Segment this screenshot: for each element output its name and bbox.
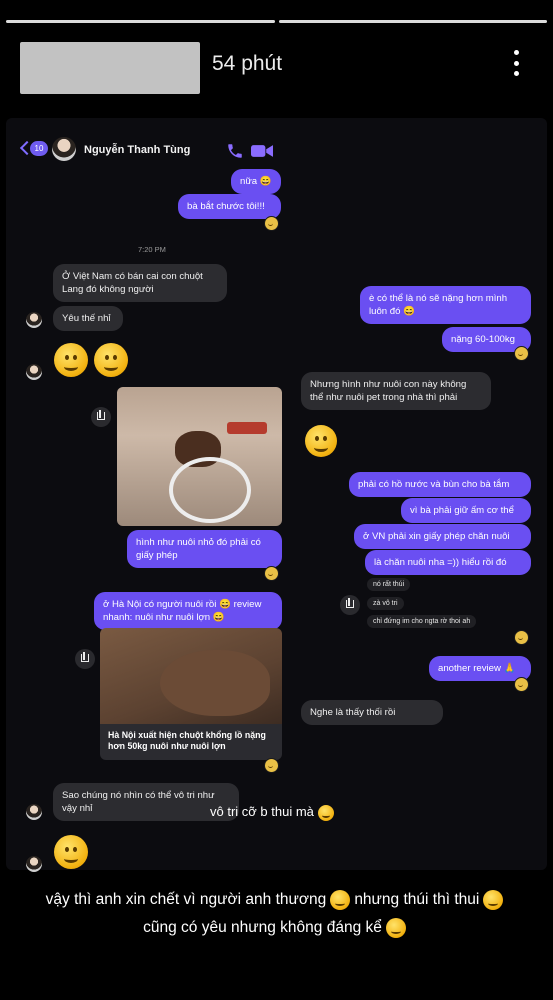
back-button[interactable]: 10 <box>19 140 48 160</box>
message-bubble-sent: phải có hồ nước và bùn cho bà tắm <box>349 472 531 497</box>
caption-text: cũng có yêu nhưng không đáng kể <box>143 919 382 937</box>
share-icon[interactable] <box>91 407 111 427</box>
redacted-username <box>20 42 200 94</box>
story-time: 54 phút <box>212 52 283 75</box>
phone-icon[interactable] <box>226 142 244 160</box>
reaction-emoji-icon <box>514 677 529 692</box>
capybara-photo <box>160 650 270 716</box>
message-bubble-sent: hình như nuôi nhỏ đó phải có giấy phép <box>127 530 282 568</box>
reply-bubble: chỉ đứng im cho ngta rờ thoi ah <box>367 615 477 628</box>
sender-avatar <box>26 856 42 872</box>
message-bubble-received: Yêu thế nhỉ <box>53 306 123 331</box>
story-caption-line2: cũng có yêu nhưng không đáng kể <box>0 918 553 938</box>
video-call-icon[interactable] <box>251 144 273 158</box>
story-caption-vo-tri: vô tri cỡ b thui mà <box>210 804 338 821</box>
shushing-emoji-icon <box>483 890 504 910</box>
message-bubble-sent: là chăn nuôi nha =)) hiểu rồi đó <box>365 550 531 575</box>
message-bubble-sent: bà bắt chước tôi!!! <box>178 194 281 219</box>
unread-badge: 10 <box>30 141 48 156</box>
sender-avatar <box>26 804 42 820</box>
share-icon[interactable] <box>75 649 95 669</box>
sender-avatar <box>26 364 42 380</box>
share-icon[interactable] <box>340 595 360 615</box>
crying-emoji-icon <box>305 425 337 457</box>
more-options-icon[interactable] <box>508 50 524 76</box>
story-progress-bar-2 <box>279 20 547 23</box>
message-bubble-received: Nhưng hình như nuôi con này không thể nh… <box>301 372 491 410</box>
caption-text: vô tri cỡ b thui mà <box>210 804 314 819</box>
link-card-title: Hà Nội xuất hiện chuột khổng lồ nặng hơn… <box>108 730 266 751</box>
news-image[interactable] <box>100 628 282 724</box>
shared-photo[interactable] <box>117 387 282 526</box>
reaction-emoji-icon <box>264 758 279 773</box>
message-bubble-sent: ở Hà Nội có người nuôi rồi 😄 review nhan… <box>94 592 282 630</box>
reply-bubble: nó rất thúi <box>367 578 411 591</box>
message-bubble-sent: vì bà phải giữ ấm cơ thể <box>401 498 531 523</box>
message-bubble-sent: another review 🙏 <box>429 656 531 681</box>
reaction-emoji-icon <box>514 630 529 645</box>
flushed-emoji-icon <box>317 804 334 821</box>
message-bubble-sent: nữa 😄 <box>231 169 281 194</box>
story-caption-line1: vậy thì anh xin chết vì người anh thương… <box>0 890 553 910</box>
reaction-emoji-icon <box>264 216 279 231</box>
caption-text: vậy thì anh xin chết vì người anh thương <box>45 891 327 909</box>
smile-emoji-icon <box>54 343 88 377</box>
laughing-tears-emoji-icon <box>94 343 128 377</box>
caption-text: nhưng thúi thì thui <box>354 891 480 909</box>
message-bubble-sent: è có thể là nó sẽ nặng hơn mình luôn đó … <box>360 286 531 324</box>
sender-avatar <box>26 312 42 328</box>
contact-avatar <box>52 137 76 161</box>
message-bubble-received: Ở Việt Nam có bán cai con chuột Lang đó … <box>53 264 227 302</box>
link-card[interactable]: Hà Nội xuất hiện chuột khổng lồ nặng hơn… <box>100 724 282 760</box>
reply-bubble: zà vô tri <box>367 597 404 610</box>
cable-coil <box>169 457 251 523</box>
background-object <box>227 422 267 434</box>
message-bubble-received: Nghe là thấy thối rồi <box>301 700 443 725</box>
reaction-emoji-icon <box>264 566 279 581</box>
smiling-hearts-emoji-icon <box>330 890 351 910</box>
smile-emoji-icon <box>385 918 406 938</box>
message-bubble-sent: ở VN phải xin giấy phép chăn nuôi <box>354 524 531 549</box>
contact-name: Nguyễn Thanh Tùng <box>84 144 191 156</box>
reaction-emoji-icon <box>514 346 529 361</box>
story-progress-bar-1 <box>6 20 275 23</box>
smile-emoji-icon <box>54 835 88 869</box>
time-divider: 7:20 PM <box>138 245 166 254</box>
